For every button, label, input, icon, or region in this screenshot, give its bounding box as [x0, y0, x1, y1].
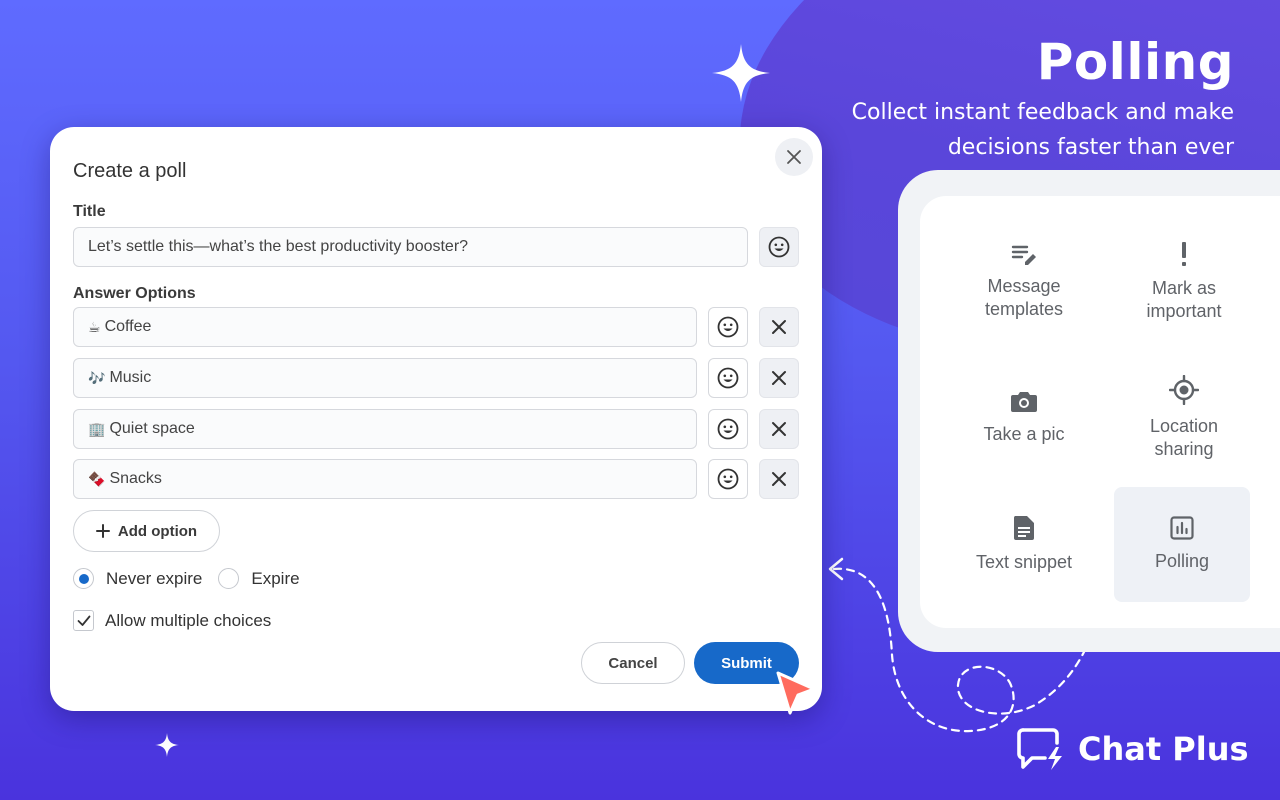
option-emoji: 🎶	[88, 369, 106, 386]
expire-radio[interactable]	[218, 568, 240, 589]
tile-location-sharing[interactable]: Location sharing	[1116, 360, 1252, 475]
bar-chart-icon	[1170, 516, 1194, 540]
create-poll-dialog: Create a poll Title Let’s settle this—wh…	[50, 127, 822, 711]
allow-multiple-row: Allow multiple choices	[73, 610, 271, 631]
option-text: Coffee	[104, 318, 152, 335]
never-expire-radio[interactable]	[73, 568, 94, 589]
remove-option-button-1[interactable]	[759, 307, 799, 347]
smiley-icon	[768, 236, 790, 258]
smiley-icon	[717, 316, 739, 338]
dialog-title: Create a poll	[73, 160, 187, 182]
smiley-icon	[717, 418, 739, 440]
exclamation-icon	[1182, 241, 1186, 266]
remove-option-button-4[interactable]	[759, 459, 799, 499]
hero-subtitle: Collect instant feedback and make decisi…	[851, 100, 1234, 160]
checkmark-icon	[77, 615, 90, 626]
option-emoji-button-1[interactable]	[708, 307, 748, 347]
close-button[interactable]	[775, 138, 813, 176]
brand-logo: Chat Plus	[1016, 727, 1249, 771]
answer-options-label: Answer Options	[73, 285, 196, 302]
option-emoji-button-4[interactable]	[708, 459, 748, 499]
option-text: Quiet space	[109, 420, 195, 437]
option-text: Music	[109, 369, 152, 386]
add-option-button[interactable]: Add option	[73, 510, 220, 552]
sparkle-small-icon	[155, 733, 179, 757]
option-emoji-button-3[interactable]	[708, 409, 748, 449]
tile-label: Take a pic	[983, 424, 1065, 444]
close-icon	[772, 422, 786, 436]
remove-option-button-2[interactable]	[759, 358, 799, 398]
allow-multiple-label: Allow multiple choices	[105, 610, 272, 630]
brand-name: Chat Plus	[1078, 730, 1249, 768]
title-input-value: Let’s settle this—what’s the best produc…	[88, 238, 469, 255]
close-icon	[772, 320, 786, 334]
option-input-1[interactable]: ☕ Coffee	[73, 307, 697, 347]
plus-icon	[95, 524, 110, 538]
close-icon	[772, 371, 786, 385]
close-icon	[772, 472, 786, 486]
title-label: Title	[73, 203, 106, 220]
document-icon	[1013, 516, 1034, 540]
tile-mark-important[interactable]: Mark as important	[1116, 224, 1252, 339]
never-expire-label: Never expire	[106, 568, 203, 588]
tile-take-pic[interactable]: Take a pic	[956, 360, 1092, 475]
tile-text-snippet[interactable]: Text snippet	[956, 487, 1092, 602]
option-emoji-button-2[interactable]	[708, 358, 748, 398]
pointer-cursor-icon	[776, 671, 816, 715]
cancel-button[interactable]: Cancel	[581, 642, 685, 684]
camera-icon	[1011, 392, 1037, 412]
option-input-2[interactable]: 🎶 Music	[73, 358, 697, 398]
option-emoji: 🍫	[88, 470, 106, 487]
remove-option-button-3[interactable]	[759, 409, 799, 449]
tile-label: Text snippet	[975, 552, 1073, 572]
smiley-icon	[717, 468, 739, 490]
option-input-4[interactable]: 🍫 Snacks	[73, 459, 697, 499]
tile-label: Location sharing	[1149, 415, 1219, 459]
tile-message-templates[interactable]: Message templates	[956, 224, 1092, 339]
tile-label: Message templates	[984, 275, 1064, 319]
option-input-3[interactable]: 🏢 Quiet space	[73, 409, 697, 449]
tile-label: Polling	[1154, 551, 1210, 571]
title-emoji-button[interactable]	[759, 227, 799, 267]
feature-panel: Message templates Mark as important Take…	[920, 196, 1280, 628]
close-icon	[787, 150, 801, 164]
sparkle-icon	[712, 44, 770, 102]
smiley-icon	[717, 367, 739, 389]
option-emoji: ☕	[88, 318, 101, 335]
chat-bolt-icon	[1017, 728, 1062, 770]
title-input[interactable]: Let’s settle this—what’s the best produc…	[73, 227, 748, 267]
add-option-label: Add option	[117, 522, 198, 540]
location-target-icon	[1169, 374, 1199, 405]
tile-label: Mark as important	[1146, 277, 1222, 321]
expire-label: Expire	[251, 568, 300, 588]
hero-title: Polling	[1036, 33, 1234, 91]
option-emoji: 🏢	[88, 420, 106, 437]
tile-polling[interactable]: Polling	[1114, 487, 1250, 602]
allow-multiple-checkbox[interactable]	[73, 610, 94, 631]
expiry-options: Never expire Expire	[73, 568, 300, 589]
option-text: Snacks	[109, 470, 162, 487]
edit-list-icon	[1011, 245, 1036, 265]
